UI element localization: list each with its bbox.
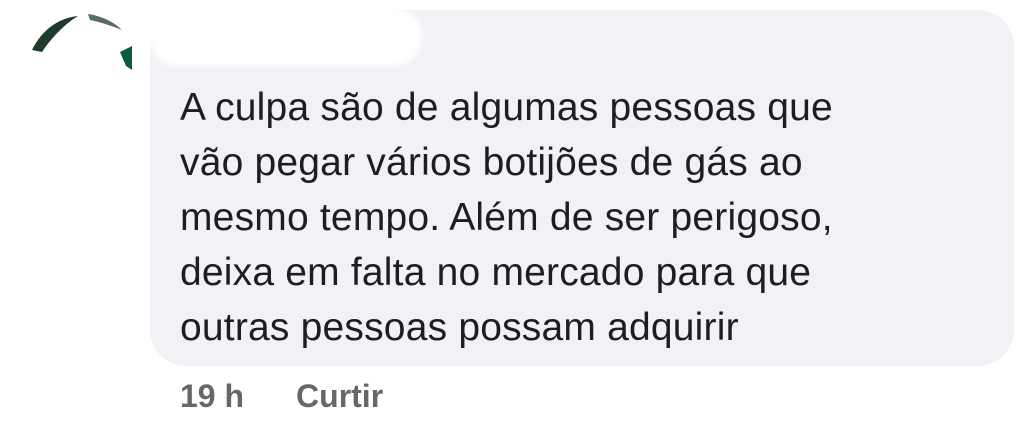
avatar-image bbox=[28, 6, 134, 112]
comment-text: A culpa são de algumas pessoas que vão p… bbox=[180, 86, 833, 349]
like-button[interactable]: Curtir bbox=[296, 378, 383, 415]
comment: A culpa são de algumas pessoas que vão p… bbox=[0, 0, 1024, 424]
timestamp[interactable]: 19 h bbox=[180, 378, 244, 415]
avatar[interactable] bbox=[28, 6, 134, 112]
author-name-redacted bbox=[150, 8, 422, 66]
comment-actions: 19 h Curtir bbox=[180, 374, 383, 418]
